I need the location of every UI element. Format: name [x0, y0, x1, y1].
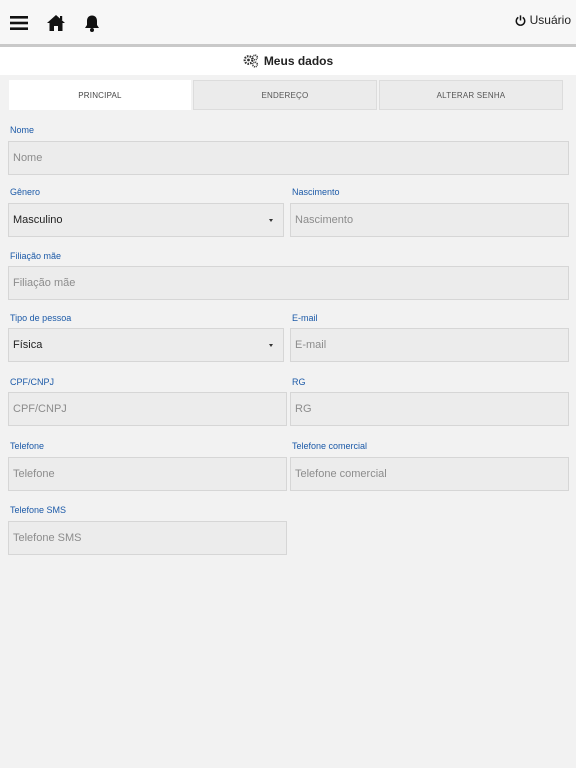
user-menu-button[interactable]: Usuário — [515, 13, 571, 27]
top-bar: Usuário — [0, 0, 576, 47]
cpf-cnpj-label: CPF/CNPJ — [10, 377, 55, 387]
page-title-bar: Meus dados — [0, 47, 576, 75]
power-icon — [515, 14, 526, 26]
genero-label: Gênero — [10, 187, 41, 197]
nascimento-input[interactable] — [290, 203, 569, 237]
nascimento-label: Nascimento — [292, 187, 340, 197]
hamburger-menu-icon[interactable] — [10, 12, 28, 34]
telefone-comercial-input[interactable] — [290, 457, 569, 491]
tipo-pessoa-selected-value: Física — [13, 339, 43, 351]
home-icon[interactable] — [46, 12, 66, 34]
cpf-cnpj-input[interactable] — [8, 392, 287, 426]
tab-endereco[interactable]: ENDEREÇO — [193, 80, 377, 110]
nome-label: Nome — [10, 125, 35, 135]
dropdown-caret-icon — [269, 219, 273, 222]
filiacao-mae-input[interactable] — [8, 266, 569, 300]
nome-input[interactable] — [8, 141, 569, 175]
email-label: E-mail — [292, 313, 318, 323]
bell-icon[interactable] — [83, 12, 101, 34]
telefone-sms-input[interactable] — [8, 521, 287, 555]
user-label: Usuário — [529, 13, 571, 27]
genero-selected-value: Masculino — [13, 214, 63, 226]
tab-bar: PRINCIPAL ENDEREÇO ALTERAR SENHA — [9, 80, 563, 110]
page-title: Meus dados — [263, 54, 334, 68]
tab-principal[interactable]: PRINCIPAL — [9, 80, 191, 110]
genero-select[interactable]: Masculino — [8, 203, 284, 237]
rg-input[interactable] — [290, 392, 569, 426]
telefone-comercial-label: Telefone comercial — [292, 441, 368, 451]
dropdown-caret-icon — [269, 344, 273, 347]
filiacao-mae-label: Filiação mãe — [10, 251, 62, 261]
telefone-input[interactable] — [8, 457, 287, 491]
gears-icon — [243, 54, 258, 68]
telefone-label: Telefone — [10, 441, 45, 451]
tipo-pessoa-select[interactable]: Física — [8, 328, 284, 362]
tipo-pessoa-label: Tipo de pessoa — [10, 313, 72, 323]
email-input[interactable] — [290, 328, 569, 362]
tab-alterar-senha[interactable]: ALTERAR SENHA — [379, 80, 563, 110]
rg-label: RG — [292, 377, 306, 387]
telefone-sms-label: Telefone SMS — [10, 505, 67, 515]
